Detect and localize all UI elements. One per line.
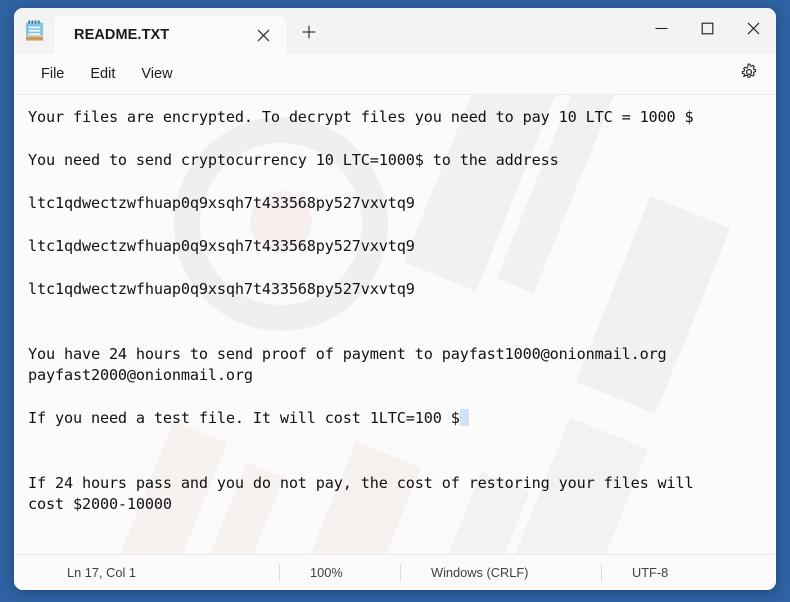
text-editor[interactable]: Your files are encrypted. To decrypt fil… (14, 94, 776, 554)
tab-title: README.TXT (74, 27, 170, 43)
editor-line: ltc1qdwectzwfhuap0q9xsqh7t433568py527vxv… (28, 194, 415, 212)
editor-line: Your files are encrypted. To decrypt fil… (28, 108, 694, 126)
close-window-button[interactable] (730, 8, 776, 54)
notepad-icon (14, 8, 54, 54)
editor-line: payfast2000@onionmail.org (28, 366, 253, 384)
gear-icon (740, 63, 758, 86)
status-bar: Ln 17, Col 1 100% Windows (CRLF) UTF-8 (14, 554, 776, 590)
title-bar[interactable]: README.TXT (14, 8, 776, 54)
close-icon[interactable] (248, 21, 278, 49)
editor-line: You have 24 hours to send proof of payme… (28, 344, 667, 363)
editor-line: ltc1qdwectzwfhuap0q9xsqh7t433568py527vxv… (28, 237, 415, 255)
tab-readme-txt[interactable]: README.TXT (54, 16, 286, 54)
settings-button[interactable] (734, 60, 764, 88)
editor-line: cost $2000-10000 (28, 495, 172, 513)
menu-item-file[interactable]: File (28, 60, 77, 88)
status-line-ending[interactable]: Windows (CRLF) (401, 563, 601, 583)
status-encoding[interactable]: UTF-8 (602, 563, 684, 583)
menu-item-edit[interactable]: Edit (77, 60, 128, 88)
menu-bar: File Edit View (14, 54, 776, 94)
new-tab-button[interactable] (290, 15, 328, 53)
text-selection-caret (459, 409, 469, 426)
minimize-icon (655, 22, 668, 40)
editor-line: If 24 hours pass and you do not pay, the… (28, 473, 694, 492)
editor-text-area[interactable]: Your files are encrypted. To decrypt fil… (14, 95, 776, 516)
maximize-button[interactable] (684, 8, 730, 54)
editor-line: If you need a test file. It will cost 1L… (28, 408, 776, 430)
status-cursor-position: Ln 17, Col 1 (67, 565, 137, 580)
status-zoom-level[interactable]: 100% (280, 563, 400, 583)
menu-item-view[interactable]: View (128, 60, 185, 88)
window-caption-buttons (638, 8, 776, 54)
plus-icon (302, 25, 316, 44)
editor-line: You need to send cryptocurrency 10 LTC=1… (28, 151, 559, 169)
close-icon (747, 22, 760, 40)
minimize-button[interactable] (638, 8, 684, 54)
notepad-window: README.TXT File Edit View Your files are… (14, 8, 776, 590)
editor-line: ltc1qdwectzwfhuap0q9xsqh7t433568py527vxv… (28, 280, 415, 298)
maximize-icon (701, 22, 714, 40)
